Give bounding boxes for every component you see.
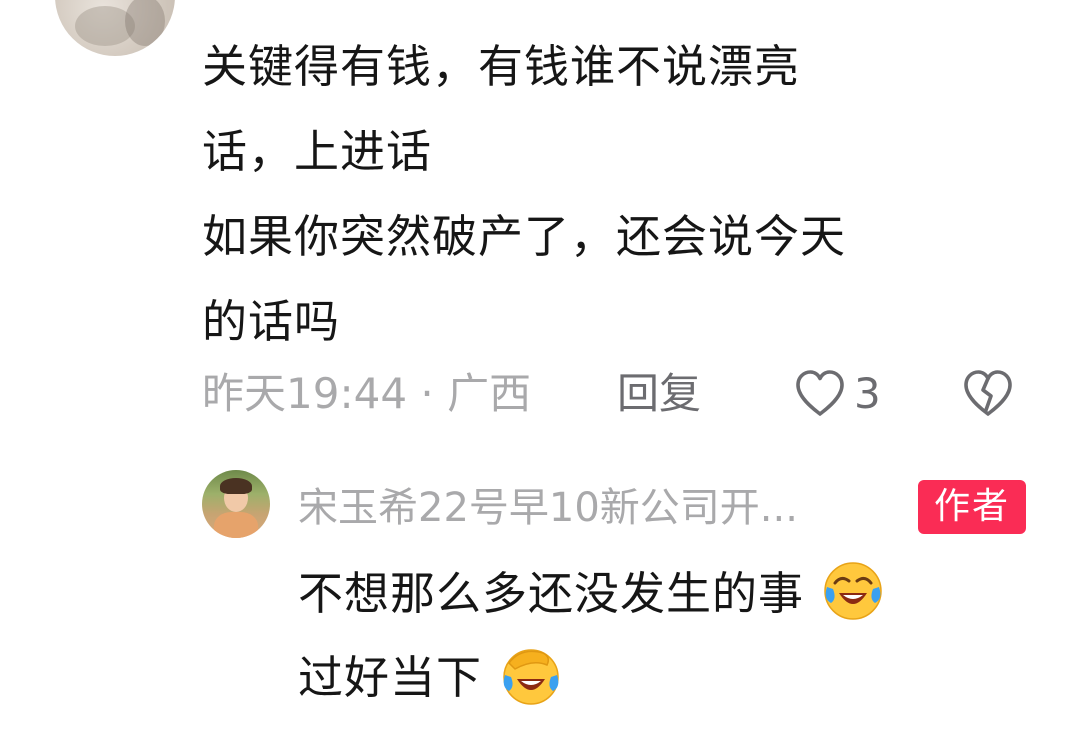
avatar-detail [220,478,252,494]
reply-line-text: 不想那么多还没发生的事 [298,567,805,620]
avatar-detail [214,512,258,538]
author-badge: 作者 [918,480,1026,534]
like-count: 3 [854,369,881,418]
dislike-button[interactable] [960,366,1016,422]
comment-time-location: 昨天19:44 · 广西 [202,369,532,418]
reply-text: 不想那么多还没发生的事 过好当下 [298,552,1038,720]
comment-text: 关键得有钱，有钱谁不说漂亮 话，上进话 如果你突然破产了，还会说今天 的话吗 [202,40,847,348]
heart-icon [796,370,844,416]
reply-author-avatar[interactable] [202,470,270,538]
comment-meta-row: 昨天19:44 · 广西 回复 3 [202,362,1042,426]
reply-line-1: 不想那么多还没发生的事 [298,552,1038,636]
reply-button[interactable]: 回复 [617,362,701,426]
broken-heart-icon [964,370,1012,416]
commenter-avatar[interactable] [55,0,175,56]
avatar-detail [125,0,165,46]
reply-line-text: 过好当下 [298,651,483,704]
facepalm-laughing-emoji-icon [503,649,560,705]
reply-line-2: 过好当下 [298,636,1038,720]
reply-author-name[interactable]: 宋玉希22号早10新公司开... [298,476,798,540]
laughing-crying-emoji-icon [824,562,883,620]
